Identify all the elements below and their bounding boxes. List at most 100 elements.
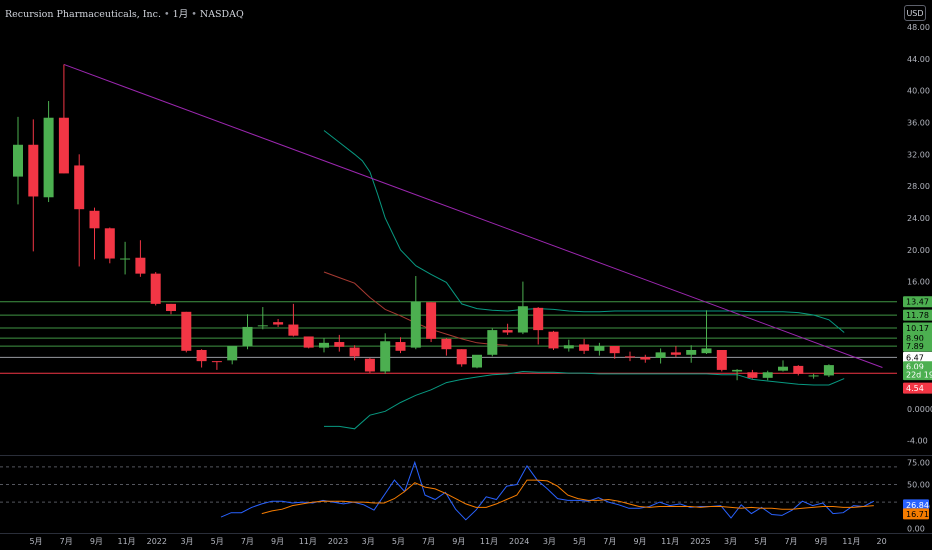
candle-body (181, 311, 192, 351)
time-tick-label: 5月 (573, 537, 586, 546)
time-tick-label: 2022 (147, 537, 167, 546)
candle (135, 240, 146, 277)
time-tick-label: 9月 (633, 537, 646, 546)
candle (28, 119, 39, 252)
candle (594, 342, 605, 356)
price-label: 10.17 (903, 322, 932, 334)
candle (517, 281, 528, 335)
price-tick-label: 32.00 (907, 150, 930, 159)
candle (410, 276, 421, 350)
candle (533, 307, 544, 345)
candle-body (334, 342, 345, 347)
candle-body (120, 258, 131, 260)
candles (13, 64, 834, 381)
candle-body (701, 348, 712, 354)
candle (89, 207, 100, 260)
candle (778, 360, 788, 372)
candle (349, 345, 360, 361)
price-tick-label: 44.00 (907, 55, 930, 64)
candle (563, 339, 574, 352)
candle-body (456, 349, 467, 365)
candle-body (640, 357, 651, 360)
time-tick-label: 5月 (392, 537, 405, 546)
price-label-text: 22d 19h (906, 371, 932, 380)
candle (823, 364, 834, 378)
time-tick-label: 2024 (509, 537, 529, 546)
candle (670, 346, 681, 358)
price-tick-label: -4.00 (907, 437, 928, 446)
time-tick-label: 11月 (480, 537, 498, 546)
candle-body (426, 302, 437, 339)
candle-body (349, 347, 360, 357)
candle-body (43, 117, 54, 198)
time-tick-label: 11月 (299, 537, 317, 546)
price-label-text: 6.47 (906, 353, 924, 362)
time-axis: 5月 7月 9月 11月 2022 3月 5月 7月 9月 11月 2023 3月 5月 7月 9月 11月 2… (29, 537, 886, 546)
candle (640, 354, 651, 363)
candle (701, 310, 712, 354)
candle-body (548, 331, 559, 349)
price-label: 7.89 (903, 340, 932, 352)
candle-body (211, 361, 222, 363)
price-tick-label: 28.00 (907, 182, 930, 191)
candle-body (747, 372, 758, 378)
candle (227, 346, 238, 365)
price-label-text: 7.89 (906, 342, 924, 351)
price-label: 13.47 (903, 296, 932, 308)
candle-body (502, 330, 513, 333)
candle-body (517, 306, 528, 333)
time-tick-label: 11月 (842, 537, 860, 546)
candle (579, 338, 590, 354)
time-tick-label: 3月 (180, 537, 193, 546)
price-label: 22d 19h (903, 369, 932, 381)
rsi-pane: 75.0050.0025.000.00 (0, 458, 930, 534)
candle (334, 334, 345, 352)
candle-body (364, 358, 375, 372)
candle (288, 303, 299, 337)
price-label-text: 13.47 (906, 298, 929, 307)
candle (242, 314, 253, 350)
time-tick-label: 9月 (90, 537, 103, 546)
rsi-labels: 26.8416.71 (903, 499, 929, 520)
time-tick-label: 7月 (784, 537, 797, 546)
candle-body (288, 324, 299, 336)
time-tick-label: 9月 (452, 537, 465, 546)
candle-body (563, 345, 574, 349)
time-tick-label: 11月 (661, 537, 679, 546)
candle (716, 350, 727, 372)
candle-body (74, 165, 85, 210)
time-tick-label: 3月 (362, 537, 375, 546)
candle (13, 116, 23, 205)
candle-body (242, 326, 253, 347)
price-label-text: 10.17 (906, 324, 929, 333)
candle (380, 333, 391, 374)
candle-body (166, 303, 176, 312)
candle (808, 373, 819, 379)
candle (502, 323, 513, 335)
rsi-line (220, 460, 875, 521)
candle-body (150, 273, 161, 304)
candle-body (487, 330, 498, 355)
candle-body (395, 342, 406, 351)
price-tick-label: 36.00 (907, 119, 930, 128)
price-tick-label: 48.00 (907, 23, 930, 32)
price-tick-label: 24.00 (907, 214, 930, 223)
price-label: 11.78 (903, 309, 932, 321)
price-label: 4.54 (903, 382, 932, 394)
candle (257, 307, 268, 330)
candle (441, 338, 452, 356)
candle-body (670, 352, 681, 355)
candle-body (778, 366, 788, 371)
rsi-value-label: 16.71 (903, 508, 929, 520)
lower-band-line (324, 370, 845, 430)
candle (150, 272, 161, 306)
candle (319, 338, 329, 353)
candle-body (227, 346, 238, 361)
time-tick-label: 2023 (328, 537, 348, 546)
candle-body (257, 325, 268, 327)
time-tick-label: 7月 (422, 537, 435, 546)
price-tick-label: 0.0000 (907, 405, 932, 414)
candlestick-chart[interactable]: 48.00 44.00 40.00 36.00 32.00 28.00 24.00 20.00… (0, 0, 932, 550)
candle (166, 303, 176, 315)
candle-body (273, 322, 284, 325)
